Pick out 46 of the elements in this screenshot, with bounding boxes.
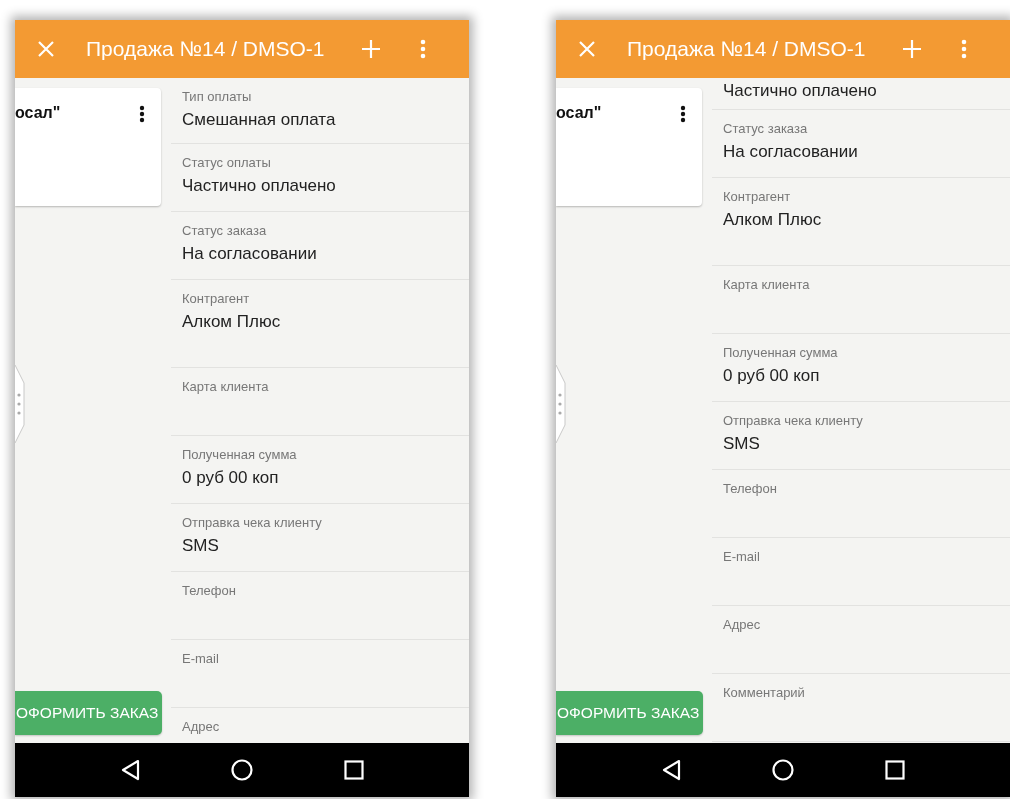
field-label: Карта клиента [182,379,270,394]
field-value: Частично оплачено [723,81,878,101]
field-label: Отправка чека клиенту [182,515,323,530]
home-icon[interactable] [772,759,794,781]
field-label: Адрес [723,617,762,632]
field-label: Контрагент [723,189,792,204]
field-label: Телефон [723,481,778,496]
field-label: Статус оплаты [182,155,272,170]
screen-title: Продажа №14 / DMSO-1 [627,37,866,61]
field-label: Полученная сумма [182,447,298,462]
field-value: SMS [723,434,761,454]
field-label: Адрес [182,719,221,734]
card-title: осал" [556,104,602,122]
field-value: Алком Плюс [723,210,823,230]
field-label: Статус заказа [182,223,268,238]
back-icon[interactable] [120,759,141,781]
field-label: Отправка чека клиенту [723,413,864,428]
field-value: На согласовании [723,142,859,162]
screen-title: Продажа №14 / DMSO-1 [86,37,325,61]
field-label: Статус заказа [723,121,809,136]
more-icon[interactable] [139,105,145,123]
field-label: Тип оплаты [182,89,253,104]
checkout-button[interactable]: ОФОРМИТЬ ЗАКАЗ [15,691,162,735]
drawer-handle-icon[interactable] [556,365,568,443]
recents-icon[interactable] [884,760,905,780]
more-icon[interactable] [680,105,686,123]
recents-icon[interactable] [343,760,364,780]
field-label: E-mail [182,651,220,666]
field-label: Телефон [182,583,237,598]
field-value: Алком Плюс [182,312,282,332]
field-value: 0 руб 00 коп [723,366,821,386]
field-label: Комментарий [723,685,806,700]
field-value: Смешанная оплата [182,110,337,130]
card-title: осал" [15,104,61,122]
field-value: SMS [182,536,220,556]
field-label: Карта клиента [723,277,811,292]
field-value: На согласовании [182,244,318,264]
checkout-button[interactable]: ОФОРМИТЬ ЗАКАЗ [556,691,703,735]
field-label: E-mail [723,549,761,564]
home-icon[interactable] [231,759,253,781]
field-label: Контрагент [182,291,251,306]
drawer-handle-icon[interactable] [15,365,27,443]
back-icon[interactable] [661,759,682,781]
field-value: Частично оплачено [182,176,337,196]
field-label: Полученная сумма [723,345,839,360]
field-value: 0 руб 00 коп [182,468,280,488]
